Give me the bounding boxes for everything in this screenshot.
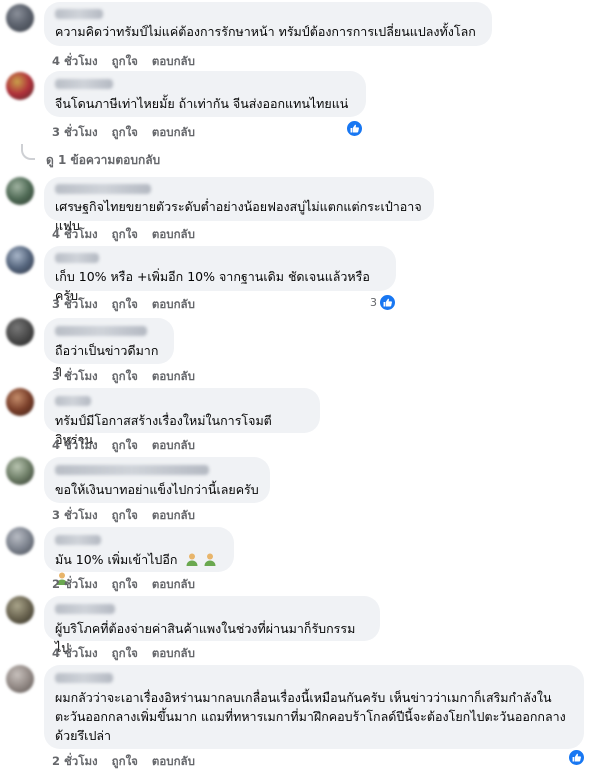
avatar[interactable] [6, 72, 34, 100]
person-emoji-icon [186, 553, 198, 566]
like-button[interactable]: ถูกใจ [112, 124, 138, 142]
comment-bubble: ผู้บริโภคที่ต้องจ่ายค่าสินค้าแพงในช่วงที… [44, 596, 380, 655]
like-reaction-icon [568, 749, 585, 766]
commenter-name-blurred[interactable] [55, 79, 113, 89]
comment-actions: 4 ชั่วโมง ถูกใจ ตอบกลับ [52, 437, 195, 455]
like-button[interactable]: ถูกใจ [112, 507, 138, 525]
like-button[interactable]: ถูกใจ [112, 645, 138, 663]
like-button[interactable]: ถูกใจ [112, 226, 138, 244]
reply-button[interactable]: ตอบกลับ [152, 124, 195, 142]
reply-button[interactable]: ตอบกลับ [152, 753, 195, 771]
commenter-name-blurred[interactable] [55, 673, 113, 683]
like-reaction-icon [346, 120, 363, 137]
avatar[interactable] [6, 527, 34, 555]
like-button[interactable]: ถูกใจ [112, 576, 138, 594]
comment-text: ความคิดว่าทรัมป์ไม่แค่ต้องการรักษาหน้า ท… [55, 24, 476, 39]
reply-button[interactable]: ตอบกลับ [152, 368, 195, 386]
comment-text: ขอให้เงินบาทอย่าแข็งไปกว่านี้เลยครับ [55, 482, 259, 497]
comment-bubble: จีนโดนภาษีเท่าไหยมั้ย ถ้าเท่ากัน จีนส่งอ… [44, 71, 366, 117]
comment-time[interactable]: 3 ชั่วโมง [52, 368, 98, 386]
commenter-name-blurred[interactable] [55, 184, 151, 194]
comment-actions: 2 ชั่วโมง ถูกใจ ตอบกลับ [52, 753, 195, 771]
view-replies-link[interactable]: ดู 1 ข้อความตอบกลับ [46, 151, 160, 170]
avatar[interactable] [6, 246, 34, 274]
comment-time[interactable]: 3 ชั่วโมง [52, 124, 98, 142]
comment-bubble: เก็บ 10% หรือ +เพิ่มอีก 10% จากฐานเดิม ช… [44, 246, 396, 303]
commenter-name-blurred[interactable] [55, 326, 147, 336]
commenter-name-blurred[interactable] [55, 465, 209, 475]
commenter-name-blurred[interactable] [55, 604, 115, 614]
comment-bubble: ขอให้เงินบาทอย่าแข็งไปกว่านี้เลยครับ [44, 457, 270, 503]
comment-actions: 2 ชั่วโมง ถูกใจ ตอบกลับ [52, 576, 195, 594]
reaction-count: 3 [370, 296, 377, 309]
comment-time[interactable]: 4 ชั่วโมง [52, 437, 98, 455]
like-button[interactable]: ถูกใจ [112, 53, 138, 71]
comment-actions: 3 ชั่วโมง ถูกใจ ตอบกลับ [52, 507, 195, 525]
reply-button[interactable]: ตอบกลับ [152, 53, 195, 71]
like-reaction-icon [379, 294, 396, 311]
comment-actions: 4 ชั่วโมง ถูกใจ ตอบกลับ [52, 226, 195, 244]
comment-time[interactable]: 2 ชั่วโมง [52, 753, 98, 771]
avatar[interactable] [6, 665, 34, 693]
comment-actions: 3 ชั่วโมง ถูกใจ ตอบกลับ [52, 296, 195, 314]
comment-text: ผมกลัวว่าจะเอาเรื่องอิหร่านมากลบเกลื่อนเ… [55, 690, 566, 743]
reply-button[interactable]: ตอบกลับ [152, 507, 195, 525]
comment-time[interactable]: 3 ชั่วโมง [52, 296, 98, 314]
comment-actions: 3 ชั่วโมง ถูกใจ ตอบกลับ [52, 124, 195, 142]
like-button[interactable]: ถูกใจ [112, 437, 138, 455]
reply-button[interactable]: ตอบกลับ [152, 645, 195, 663]
comment-time[interactable]: 3 ชั่วโมง [52, 507, 98, 525]
avatar[interactable] [6, 457, 34, 485]
like-button[interactable]: ถูกใจ [112, 753, 138, 771]
comment-actions: 4 ชั่วโมง ถูกใจ ตอบกลับ [52, 53, 195, 71]
comment-time[interactable]: 4 ชั่วโมง [52, 53, 98, 71]
reaction-summary[interactable] [346, 120, 363, 137]
avatar[interactable] [6, 177, 34, 205]
comment-bubble: ผมกลัวว่าจะเอาเรื่องอิหร่านมากลบเกลื่อนเ… [44, 665, 584, 749]
person-emoji-icon [204, 553, 216, 566]
comment-bubble: ความคิดว่าทรัมป์ไม่แค่ต้องการรักษาหน้า ท… [44, 2, 492, 46]
reply-button[interactable]: ตอบกลับ [152, 576, 195, 594]
reaction-summary[interactable] [568, 749, 585, 766]
comment-text: จีนโดนภาษีเท่าไหยมั้ย ถ้าเท่ากัน จีนส่งอ… [55, 96, 349, 111]
like-button[interactable]: ถูกใจ [112, 368, 138, 386]
commenter-name-blurred[interactable] [55, 535, 101, 545]
reply-button[interactable]: ตอบกลับ [152, 296, 195, 314]
comment-text-content: มัน 10% เพิ่มเข้าไปอีก [55, 552, 178, 567]
comment-actions: 4 ชั่วโมง ถูกใจ ตอบกลับ [52, 645, 195, 663]
avatar[interactable] [6, 4, 34, 32]
avatar[interactable] [6, 596, 34, 624]
reply-button[interactable]: ตอบกลับ [152, 437, 195, 455]
comment-bubble: มัน 10% เพิ่มเข้าไปอีก [44, 527, 234, 585]
reaction-summary[interactable]: 3 [370, 294, 396, 311]
commenter-name-blurred[interactable] [55, 9, 103, 19]
commenter-name-blurred[interactable] [55, 396, 91, 406]
avatar[interactable] [6, 388, 34, 416]
comment-time[interactable]: 2 ชั่วโมง [52, 576, 98, 594]
reply-thread-line [21, 144, 35, 160]
comment-bubble: ทรัมป์มีโอกาสสร้างเรื่องใหม่ในการโจมตี อ… [44, 388, 320, 447]
avatar[interactable] [6, 318, 34, 346]
comment-time[interactable]: 4 ชั่วโมง [52, 226, 98, 244]
like-button[interactable]: ถูกใจ [112, 296, 138, 314]
reply-button[interactable]: ตอบกลับ [152, 226, 195, 244]
comment-bubble: ถือว่าเป็นข่าวดีมาก ๆ [44, 318, 174, 377]
comment-time[interactable]: 4 ชั่วโมง [52, 645, 98, 663]
comment-actions: 3 ชั่วโมง ถูกใจ ตอบกลับ [52, 368, 195, 386]
comment-bubble: เศรษฐกิจไทยขยายตัวระดับต่ำอย่างน้อยฟองสบ… [44, 177, 434, 233]
commenter-name-blurred[interactable] [55, 253, 99, 263]
